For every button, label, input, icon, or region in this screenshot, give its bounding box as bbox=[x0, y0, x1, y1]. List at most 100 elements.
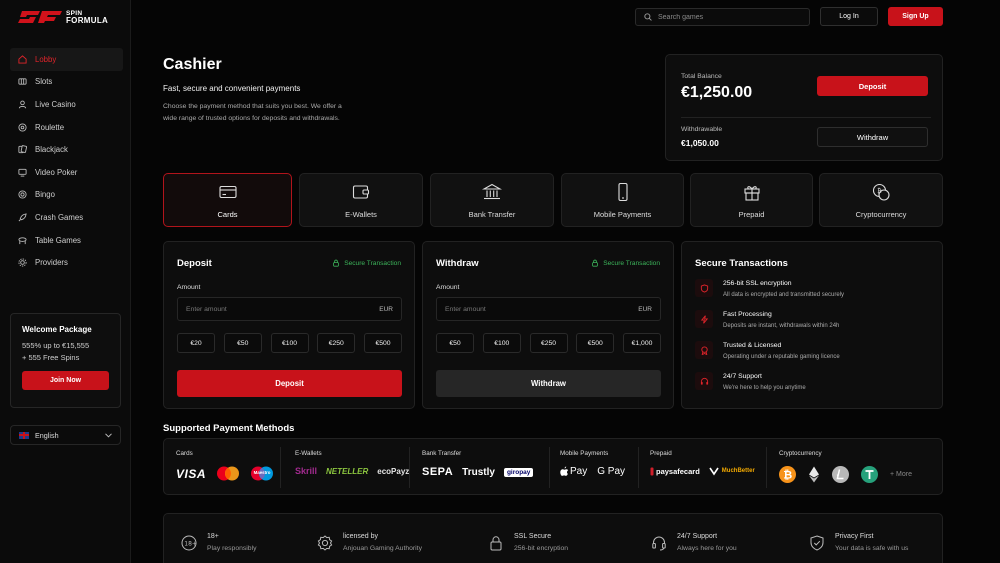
apple-pay-logo: Pay bbox=[560, 466, 587, 477]
secure-item-desc: Operating under a reputable gaming licen… bbox=[723, 354, 840, 360]
footer-feature-desc: 256-bit encryption bbox=[514, 545, 569, 552]
search-input[interactable] bbox=[658, 13, 798, 21]
roulette-icon bbox=[18, 123, 27, 132]
crypto-icon: ₿ bbox=[872, 183, 890, 201]
deposit-quick-amounts: €20 €50 €100 €250 €500 bbox=[177, 333, 402, 353]
withdraw-amount-field[interactable]: EUR bbox=[436, 297, 661, 321]
tab-e-wallets[interactable]: E-Wallets bbox=[299, 173, 423, 227]
gift-icon bbox=[743, 185, 760, 201]
lock-icon bbox=[333, 259, 339, 267]
sidebar-item-bingo[interactable]: Bingo bbox=[10, 184, 123, 207]
currency-label: EUR bbox=[638, 305, 652, 313]
neteller-logo: NETELLER bbox=[326, 466, 369, 476]
apple-pay-label: Pay bbox=[570, 466, 588, 477]
svg-text:₿: ₿ bbox=[783, 469, 792, 482]
secure-item-title: Fast Processing bbox=[723, 311, 772, 318]
brand-logo[interactable]: SPIN FORMULA bbox=[18, 9, 108, 25]
sidebar-item-label: Crash Games bbox=[35, 212, 84, 222]
sidebar-item-label: Blackjack bbox=[35, 145, 68, 155]
amount-chip[interactable]: €250 bbox=[529, 333, 568, 353]
sidebar-item-label: Providers bbox=[35, 258, 68, 268]
page-title: Cashier bbox=[163, 56, 222, 73]
deposit-submit-button[interactable]: Deposit bbox=[177, 370, 402, 397]
tab-cards[interactable]: Cards bbox=[163, 173, 292, 227]
welcome-title: Welcome Package bbox=[22, 325, 92, 334]
sidebar-item-providers[interactable]: Providers bbox=[10, 251, 123, 274]
group-label: Prepaid bbox=[650, 450, 672, 457]
tab-label: Prepaid bbox=[738, 209, 765, 219]
amount-chip[interactable]: €250 bbox=[317, 333, 356, 353]
group-label: E-Wallets bbox=[295, 450, 322, 457]
tab-label: Bank Transfer bbox=[468, 209, 516, 219]
tab-bank-transfer[interactable]: Bank Transfer bbox=[430, 173, 554, 227]
balance-withdraw-button[interactable]: Withdraw bbox=[817, 127, 928, 147]
lock-icon bbox=[592, 259, 598, 267]
divider bbox=[549, 447, 550, 488]
deposit-amount-input[interactable] bbox=[186, 305, 336, 313]
tab-mobile-payments[interactable]: Mobile Payments bbox=[561, 173, 684, 227]
divider bbox=[681, 117, 931, 118]
age-18-icon: 18+ bbox=[181, 535, 197, 550]
join-now-button[interactable]: Join Now bbox=[22, 371, 109, 390]
supported-methods-title: Supported Payment Methods bbox=[163, 423, 295, 434]
google-pay-logo: G Pay bbox=[597, 466, 625, 477]
amount-chip[interactable]: €50 bbox=[436, 333, 474, 353]
language-select[interactable]: English bbox=[10, 425, 121, 445]
apple-icon bbox=[560, 466, 569, 476]
secure-transaction-label: Secure Transaction bbox=[344, 259, 401, 267]
balance-deposit-button[interactable]: Deposit bbox=[817, 76, 928, 96]
amount-chip[interactable]: €100 bbox=[270, 333, 309, 353]
shield-icon bbox=[700, 283, 708, 293]
search-box[interactable] bbox=[635, 8, 810, 26]
paysafecard-logo: paysafecard bbox=[650, 467, 700, 476]
sidebar-item-blackjack[interactable]: Blackjack bbox=[10, 138, 123, 161]
sidebar-item-label: Video Poker bbox=[35, 167, 78, 177]
sidebar-item-label: Table Games bbox=[35, 235, 81, 245]
lock-icon bbox=[490, 535, 502, 550]
deposit-title: Deposit bbox=[177, 258, 212, 269]
withdraw-submit-button[interactable]: Withdraw bbox=[436, 370, 661, 397]
sidebar-item-label: Bingo bbox=[35, 190, 55, 200]
amount-chip[interactable]: €1,000 bbox=[623, 333, 661, 353]
login-button[interactable]: Log In bbox=[820, 7, 878, 26]
deposit-amount-field[interactable]: EUR bbox=[177, 297, 402, 321]
providers-icon bbox=[18, 258, 27, 267]
visa-logo: VISA bbox=[176, 466, 207, 481]
sidebar-item-video-poker[interactable]: Video Poker bbox=[10, 161, 123, 184]
footer-feature-desc: Your data is safe with us bbox=[835, 545, 909, 552]
divider bbox=[409, 447, 410, 488]
amount-chip[interactable]: €20 bbox=[177, 333, 215, 353]
headset-icon bbox=[700, 377, 708, 385]
language-label: English bbox=[35, 430, 59, 440]
footer-feature: 18+ 18+ Play responsibly bbox=[181, 514, 257, 563]
more-crypto-link[interactable]: + More bbox=[890, 471, 912, 478]
secure-transaction-label: Secure Transaction bbox=[603, 259, 660, 267]
sidebar-item-lobby[interactable]: Lobby bbox=[10, 48, 123, 71]
withdraw-amount-input[interactable] bbox=[445, 305, 595, 313]
currency-label: EUR bbox=[379, 305, 393, 313]
welcome-package-card: Welcome Package 555% up to €15,555 + 555… bbox=[10, 313, 121, 408]
group-label: Bank Transfer bbox=[422, 450, 462, 457]
signup-button[interactable]: Sign Up bbox=[888, 7, 943, 26]
secure-item-desc: All data is encrypted and transmitted se… bbox=[723, 292, 845, 298]
secure-item: 24/7 Support We're here to help you anyti… bbox=[695, 372, 806, 391]
sidebar-item-slots[interactable]: Slots bbox=[10, 71, 123, 94]
sidebar-item-live-casino[interactable]: Live Casino bbox=[10, 93, 123, 116]
amount-chip[interactable]: €50 bbox=[223, 333, 262, 353]
amount-chip[interactable]: €500 bbox=[576, 333, 615, 353]
card-icon bbox=[218, 185, 237, 198]
tab-prepaid[interactable]: Prepaid bbox=[690, 173, 813, 227]
ethereum-icon bbox=[809, 466, 819, 483]
tab-cryptocurrency[interactable]: ₿ Cryptocurrency bbox=[819, 173, 943, 227]
withdraw-panel: Withdraw Secure Transaction Amount EUR €… bbox=[422, 241, 674, 409]
headset-icon bbox=[652, 536, 666, 550]
secure-transactions-panel: Secure Transactions 256-bit SSL encrypti… bbox=[681, 241, 943, 409]
sidebar-item-crash-games[interactable]: Crash Games bbox=[10, 206, 123, 229]
search-icon bbox=[644, 13, 652, 21]
amount-chip[interactable]: €100 bbox=[482, 333, 521, 353]
group-label: Cryptocurrency bbox=[779, 450, 822, 457]
amount-chip[interactable]: €500 bbox=[364, 333, 402, 353]
muchbetter-logo: MuchBetter bbox=[709, 466, 755, 476]
sidebar-item-roulette[interactable]: Roulette bbox=[10, 116, 123, 139]
sidebar-item-table-games[interactable]: Table Games bbox=[10, 229, 123, 252]
